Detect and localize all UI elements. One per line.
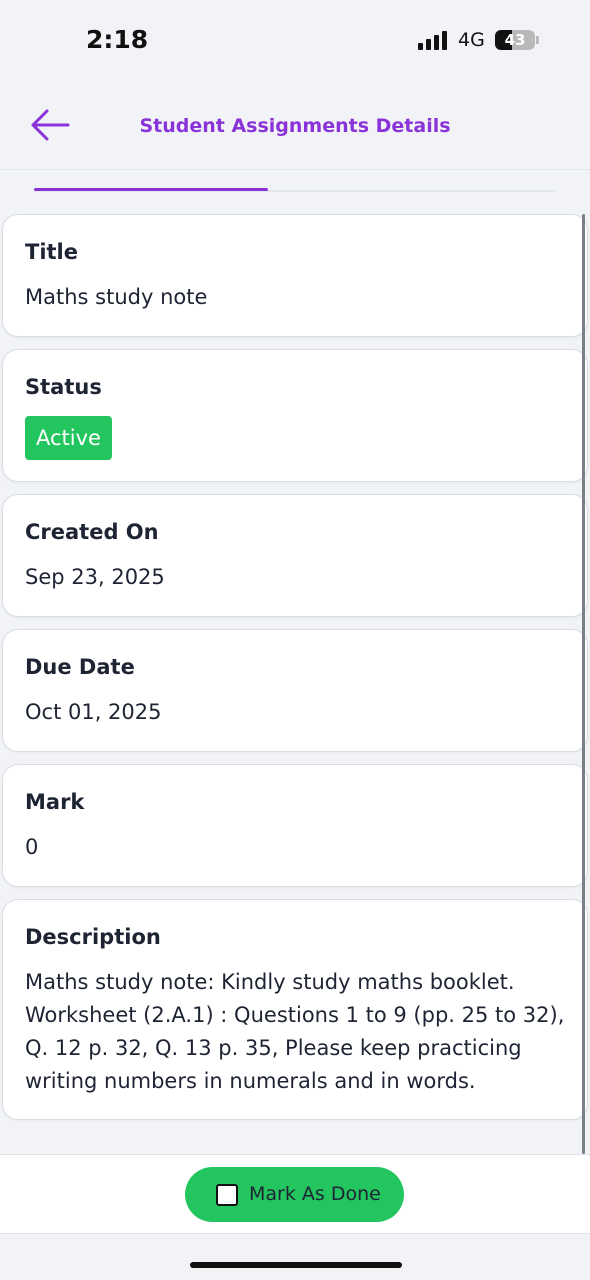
description-card: Description Maths study note: Kindly stu… [2, 899, 588, 1120]
checkbox-icon[interactable] [216, 1184, 238, 1206]
due-date-card: Due Date Oct 01, 2025 [2, 629, 588, 752]
network-type: 4G [458, 29, 485, 51]
title-label: Title [25, 240, 79, 264]
tab-indicator [34, 188, 268, 191]
description-text: Maths study note: Kindly study maths boo… [25, 970, 565, 1093]
created-on-card: Created On Sep 23, 2025 [2, 494, 588, 617]
bottom-action-bar: Mark As Done [0, 1154, 590, 1234]
title-card: Title Maths study note [2, 214, 588, 337]
created-on-label: Created On [25, 520, 159, 544]
status-bar: 2:18 4G 43 [0, 0, 590, 80]
battery-icon: 43 [495, 30, 535, 50]
mark-card: Mark 0 [2, 764, 588, 887]
battery-percent: 43 [504, 31, 526, 49]
status-time: 2:18 [86, 25, 149, 54]
battery-cap [536, 36, 539, 44]
home-indicator[interactable] [190, 1262, 402, 1268]
status-badge: Active [25, 416, 112, 460]
mark-as-done-button[interactable]: Mark As Done [185, 1167, 404, 1222]
mark-label: Mark [25, 790, 85, 814]
scrollbar[interactable] [582, 214, 585, 1154]
app-header: Student Assignments Details [0, 80, 590, 170]
due-date-label: Due Date [25, 655, 135, 679]
mark-value: 0 [25, 835, 39, 859]
status-card: Status Active [2, 349, 588, 482]
created-on-value: Sep 23, 2025 [25, 565, 165, 589]
status-label: Status [25, 375, 102, 399]
page-title: Student Assignments Details [139, 115, 451, 137]
signal-icon [418, 30, 450, 50]
title-value: Maths study note [25, 285, 208, 309]
description-label: Description [25, 925, 161, 949]
due-date-value: Oct 01, 2025 [25, 700, 162, 724]
mark-as-done-label: Mark As Done [249, 1183, 381, 1205]
